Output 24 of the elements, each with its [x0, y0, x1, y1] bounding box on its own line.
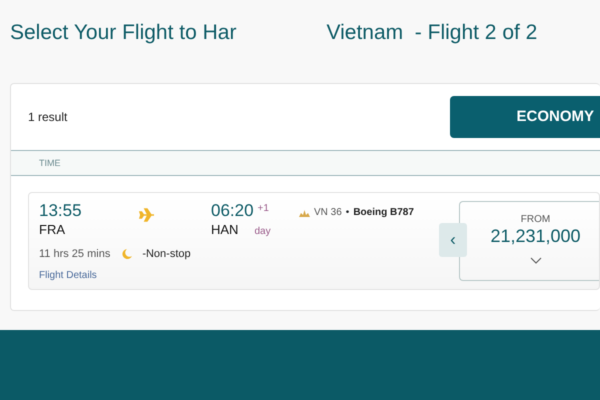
airport-code: FRA [39, 221, 66, 240]
fare-price: 21,231,000 [489, 227, 582, 247]
fare-box[interactable]: FROM 21,231,000 [459, 201, 599, 281]
stops-label: -Non-stop [142, 246, 191, 262]
result-count: 1 result [28, 109, 68, 126]
lotus-icon [299, 208, 310, 216]
flight-number: VN 36 [314, 206, 342, 220]
departure-time: 13:55 [39, 201, 83, 222]
economy-button[interactable]: ECONOMY [450, 96, 600, 138]
arrival-time: 06:20 [211, 201, 254, 222]
chevron-down-icon[interactable] [530, 257, 542, 264]
flight-duration: 11 hrs 25 mins [39, 246, 110, 262]
airport-code: HAN [211, 221, 238, 240]
page-title: Select Your Flight to Har [10, 20, 236, 46]
previous-button[interactable]: ‹ [439, 223, 467, 257]
dot-separator: • [346, 206, 350, 220]
day-offset: +1 [258, 202, 269, 216]
fare-label: FROM [520, 213, 552, 227]
column-header: TIME [39, 158, 60, 168]
flight-details-link[interactable]: Flight Details [39, 270, 97, 282]
plane-icon [139, 208, 155, 222]
aircraft-type: Boeing B787 [353, 206, 414, 220]
page-title: Vietnam - Flight 2 of 2 [326, 20, 538, 46]
day-label: day [254, 225, 271, 240]
